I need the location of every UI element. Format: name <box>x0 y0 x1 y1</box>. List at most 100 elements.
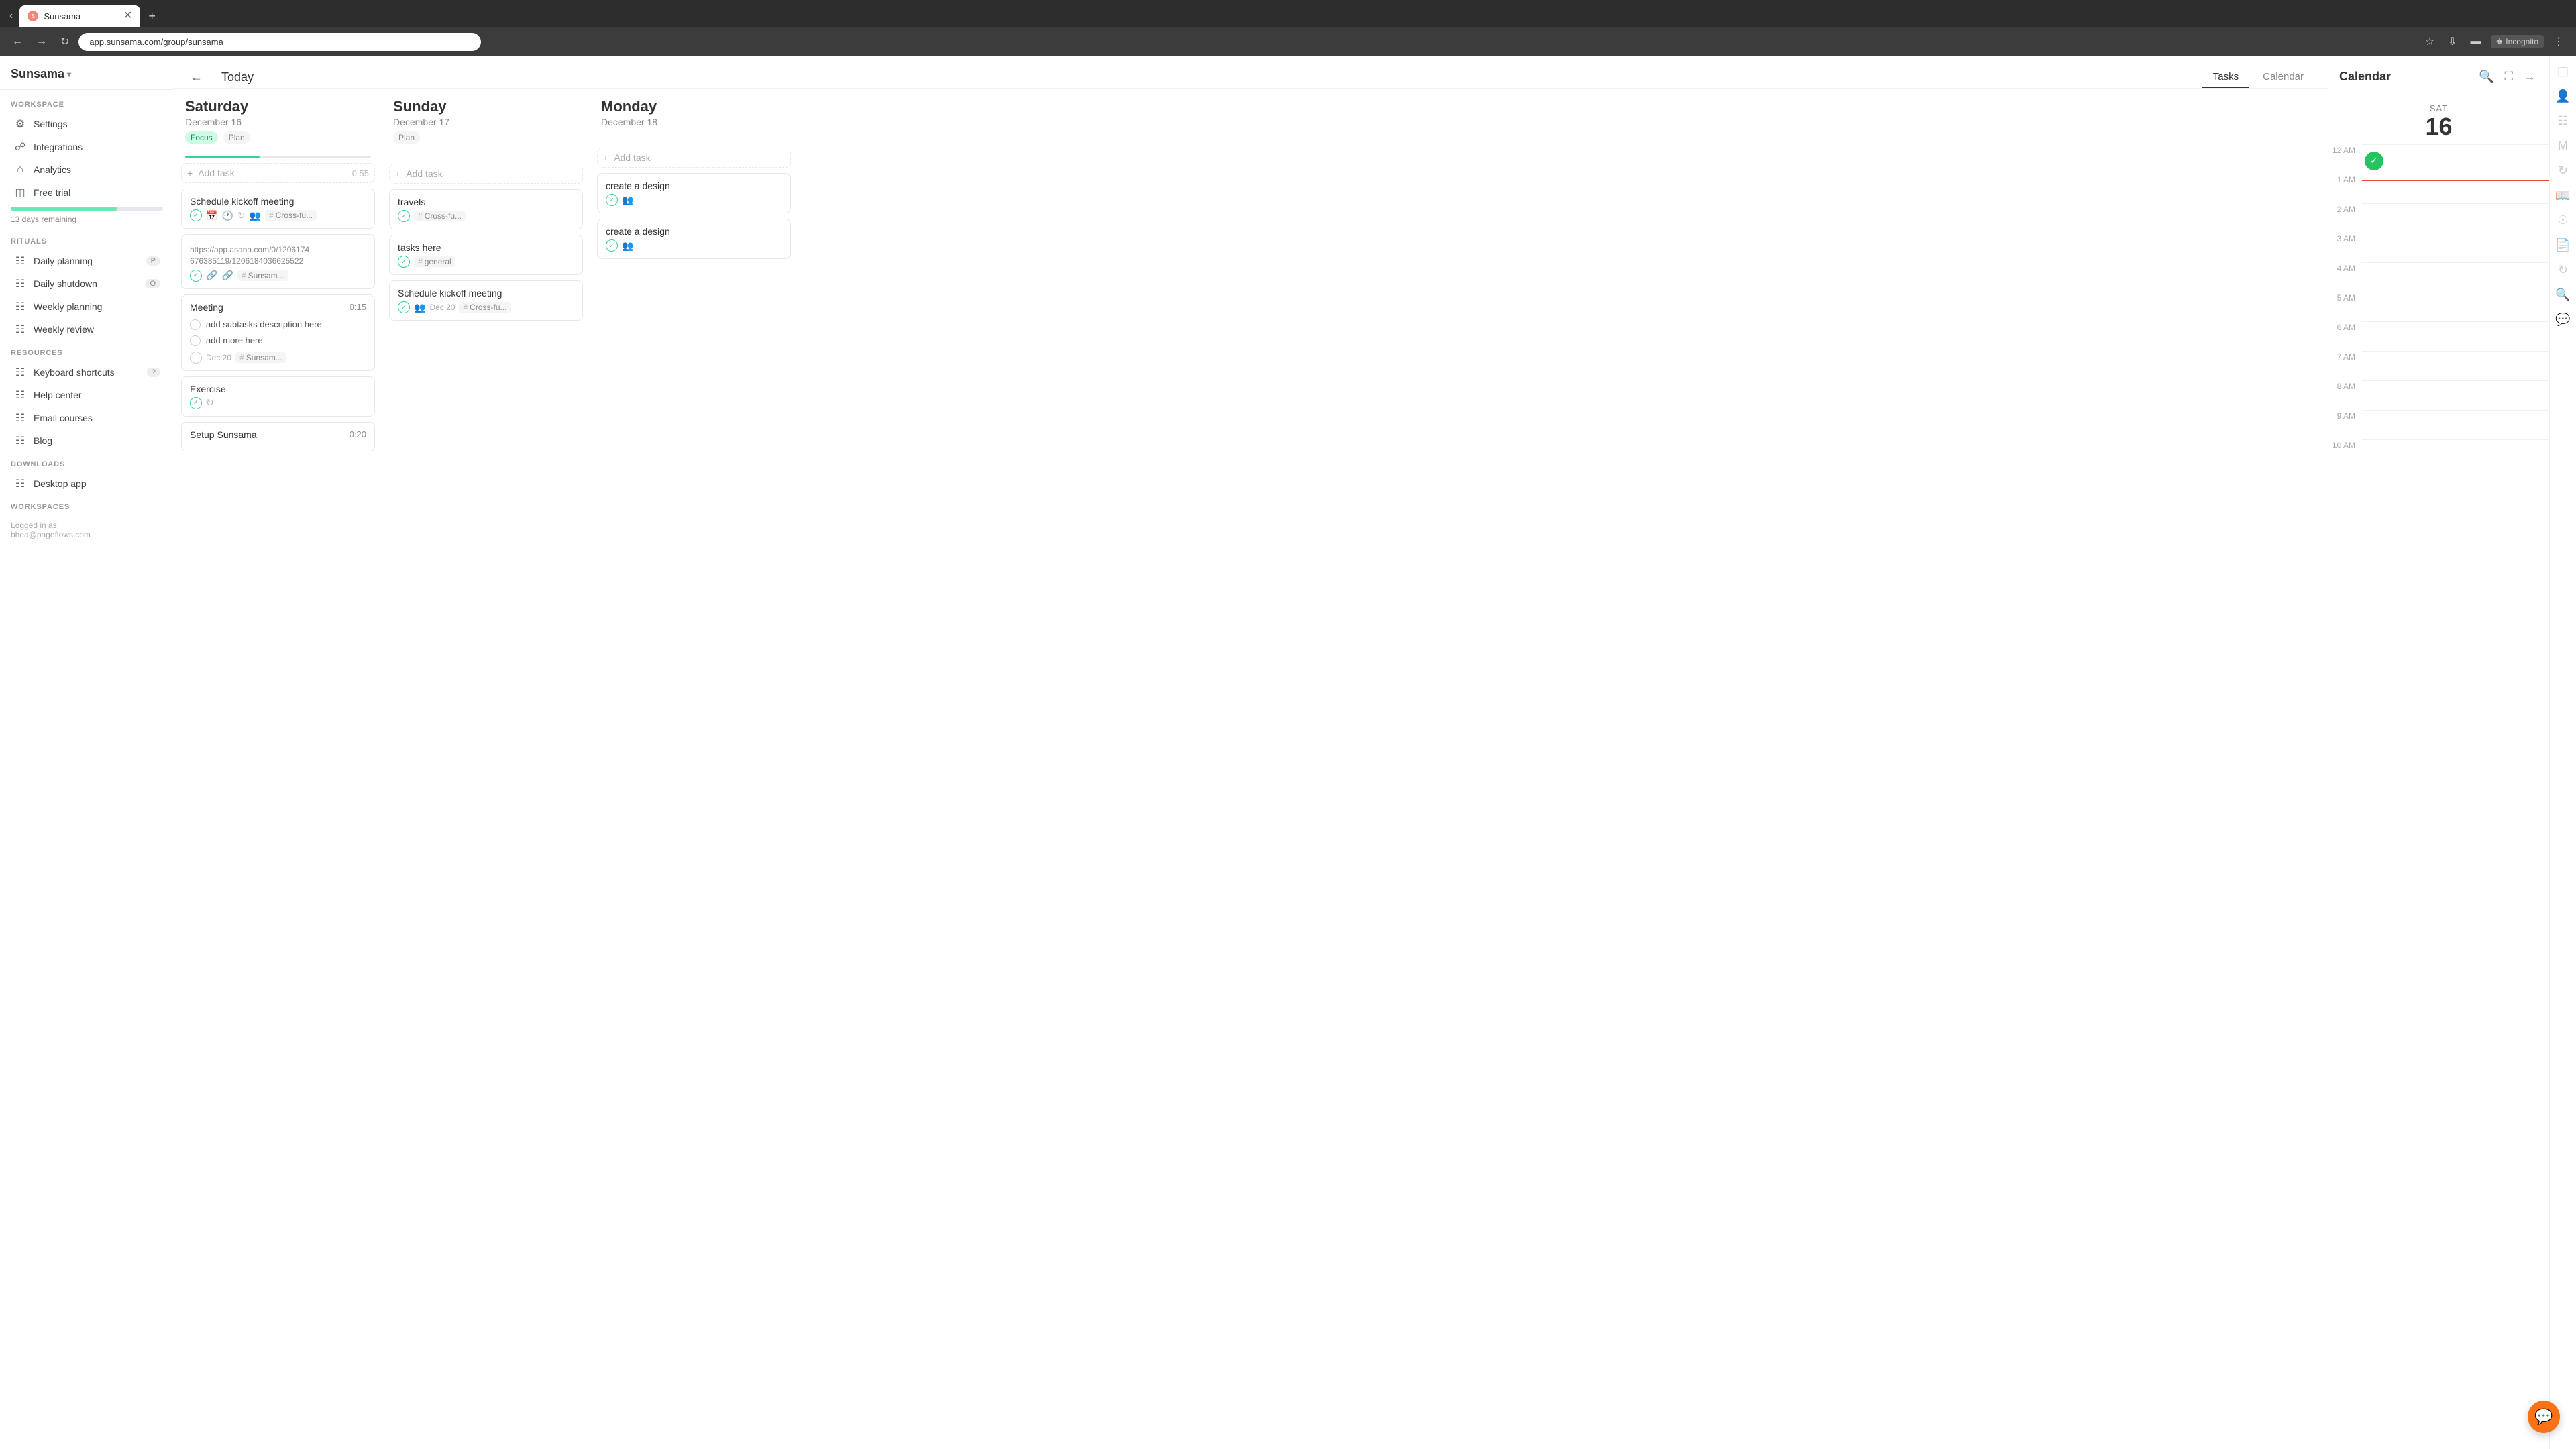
sidebar-item-weekly-review[interactable]: ☷ Weekly review <box>3 318 171 341</box>
task-card-meeting-sat[interactable]: Meeting 0:15 add subtasks description he… <box>181 294 375 371</box>
cal-icon-people[interactable]: 👤 <box>2555 89 2570 103</box>
task-check-design-1[interactable]: ✓ <box>606 194 618 206</box>
task-card-travels[interactable]: travels ✓ # Cross-fu... <box>389 189 583 229</box>
chat-fab-icon: 💬 <box>2534 1408 2553 1426</box>
subtask-check-2[interactable] <box>190 335 201 346</box>
task-title-meeting: Meeting <box>190 302 350 313</box>
task-card-setup-sunsama[interactable]: Setup Sunsama 0:20 <box>181 422 375 451</box>
cal-icon-doc[interactable]: 📄 <box>2555 238 2570 252</box>
sidebar-item-integrations[interactable]: ☍ Integrations <box>3 136 171 158</box>
sidebar-item-settings[interactable]: ⚙ Settings <box>3 113 171 136</box>
time-line-1am <box>2362 174 2549 203</box>
address-bar[interactable] <box>78 33 481 51</box>
new-tab-button[interactable]: + <box>143 9 161 23</box>
meeting-date: Dec 20 <box>206 353 231 362</box>
task-card-create-design-2[interactable]: create a design ✓ 👥 <box>597 219 791 259</box>
task-card-url-sat[interactable]: https://app.asana.com/0/1206174676385119… <box>181 234 375 289</box>
task-check-kickoff-sat[interactable]: ✓ <box>190 209 202 221</box>
task-title-create-design-1: create a design <box>606 180 782 191</box>
today-button[interactable]: Today <box>216 68 259 87</box>
sidebar-item-daily-planning[interactable]: ☷ Daily planning P <box>3 250 171 272</box>
menu-button[interactable]: ⋮ <box>2549 32 2568 51</box>
task-check-exercise[interactable]: ✓ <box>190 397 202 409</box>
time-label-1am: 1 AM <box>2328 174 2362 184</box>
task-check-design-2[interactable]: ✓ <box>606 239 618 252</box>
calendar-expand[interactable]: ⛶ <box>2502 67 2516 87</box>
sidebar-item-desktop-app[interactable]: ☷ Desktop app <box>3 472 171 495</box>
time-slot-7am: 7 AM <box>2328 351 2549 380</box>
subtask-label-2: add more here <box>206 335 263 345</box>
task-check-travels[interactable]: ✓ <box>398 210 410 222</box>
keyboard-shortcuts-badge: ? <box>147 368 160 377</box>
task-check-tasks-here[interactable]: ✓ <box>398 256 410 268</box>
add-task-monday[interactable]: + Add task <box>597 148 791 168</box>
back-button[interactable]: ← <box>8 33 27 50</box>
cal-icon-mail[interactable]: M <box>2558 139 2568 153</box>
calendar-collapse[interactable]: → <box>2521 67 2538 87</box>
forward-button[interactable]: → <box>32 33 51 50</box>
tab-scroll-back[interactable]: ‹ <box>5 9 17 23</box>
extensions-button[interactable]: ▬ <box>2467 33 2485 50</box>
task-title-kickoff-sun: Schedule kickoff meeting <box>398 288 574 299</box>
cal-icon-table[interactable]: ☷ <box>2557 114 2568 128</box>
download-button[interactable]: ⇩ <box>2444 32 2461 51</box>
task-check-meeting[interactable] <box>190 352 202 364</box>
tab-calendar[interactable]: Calendar <box>2252 67 2314 88</box>
sidebar-item-weekly-planning[interactable]: ☷ Weekly planning <box>3 295 171 318</box>
cal-icon-notebook[interactable]: 📖 <box>2555 189 2570 203</box>
free-trial-progress-bar <box>11 207 163 211</box>
task-check-url[interactable]: ✓ <box>190 270 202 282</box>
workspace-logo[interactable]: Sunsama ▾ <box>11 67 71 81</box>
plus-icon: + <box>187 168 193 178</box>
cal-icon-location[interactable]: ☉ <box>2557 213 2568 227</box>
cal-icon-refresh[interactable]: ↻ <box>2558 164 2568 178</box>
time-line-5am <box>2362 292 2549 321</box>
time-slot-4am: 4 AM <box>2328 262 2549 292</box>
time-slot-6am: 6 AM <box>2328 321 2549 351</box>
task-card-create-design-1[interactable]: create a design ✓ 👥 <box>597 173 791 213</box>
task-card-schedule-kickoff-sat[interactable]: Schedule kickoff meeting ✓ 📅 🕐 ↻ 👥 # Cro… <box>181 189 375 229</box>
task-card-schedule-kickoff-sun[interactable]: Schedule kickoff meeting ✓ 👥 Dec 20 # Cr… <box>389 280 583 321</box>
reload-button[interactable]: ↻ <box>56 32 73 51</box>
sidebar-item-keyboard-shortcuts[interactable]: ☷ Keyboard shortcuts ? <box>3 361 171 384</box>
sidebar-item-free-trial[interactable]: ◫ Free trial <box>3 181 171 204</box>
sidebar-item-email-courses[interactable]: ☷ Email courses <box>3 407 171 429</box>
chat-fab-button[interactable]: 💬 <box>2528 1401 2560 1433</box>
tab-favicon: S <box>28 11 38 21</box>
focus-badge[interactable]: Focus <box>185 131 218 144</box>
plan-badge-sat[interactable]: Plan <box>223 131 250 144</box>
sidebar-item-analytics[interactable]: ⌂ Analytics <box>3 158 171 181</box>
incognito-badge: ♚ Incognito <box>2491 35 2544 48</box>
cal-icon-grid[interactable]: ◫ <box>2557 64 2569 78</box>
bookmark-button[interactable]: ☆ <box>2421 32 2438 51</box>
task-card-exercise[interactable]: Exercise ✓ ↻ <box>181 376 375 417</box>
daily-shutdown-label: Daily shutdown <box>34 278 138 289</box>
sidebar-item-daily-shutdown[interactable]: ☷ Daily shutdown O <box>3 272 171 295</box>
cal-icon-search[interactable]: 🔍 <box>2555 288 2570 302</box>
tab-close-button[interactable]: ✕ <box>123 11 132 21</box>
sidebar-item-help-center[interactable]: ☷ Help center <box>3 384 171 407</box>
tab-tasks[interactable]: Tasks <box>2202 67 2249 88</box>
add-task-sunday[interactable]: + Add task <box>389 164 583 184</box>
time-slot-5am: 5 AM <box>2328 292 2549 321</box>
task-time-meeting: 0:15 <box>350 302 366 312</box>
cal-icon-chat[interactable]: 💬 <box>2555 313 2570 327</box>
browser-tab-active[interactable]: S Sunsama ✕ <box>19 5 140 27</box>
task-check-kickoff-sun[interactable]: ✓ <box>398 301 410 313</box>
task-card-tasks-here[interactable]: tasks here ✓ # general <box>389 235 583 275</box>
sidebar-item-blog[interactable]: ☷ Blog <box>3 429 171 452</box>
time-slot-1am: 1 AM <box>2328 174 2549 203</box>
nav-back-button[interactable]: ← <box>188 68 205 87</box>
workspaces-info: Logged in as bhea@pageflows.com <box>0 515 174 545</box>
subtask-check-1[interactable] <box>190 319 201 330</box>
time-label-5am: 5 AM <box>2328 292 2362 303</box>
add-task-saturday[interactable]: + Add task 0:55 <box>181 163 375 183</box>
task-tag-kickoff-sun: # Cross-fu... <box>459 302 511 313</box>
browser-actions: ☆ ⇩ ▬ ♚ Incognito ⋮ <box>2421 32 2568 51</box>
cal-icon-clock-refresh[interactable]: ↻ <box>2558 263 2568 277</box>
calendar-zoom-in[interactable]: 🔍 <box>2476 67 2496 87</box>
calendar-icon: 📅 <box>206 210 217 221</box>
people-icon-design-2: 👥 <box>622 240 633 252</box>
plan-badge-sun[interactable]: Plan <box>393 131 420 144</box>
saturday-name: Saturday <box>185 98 371 115</box>
